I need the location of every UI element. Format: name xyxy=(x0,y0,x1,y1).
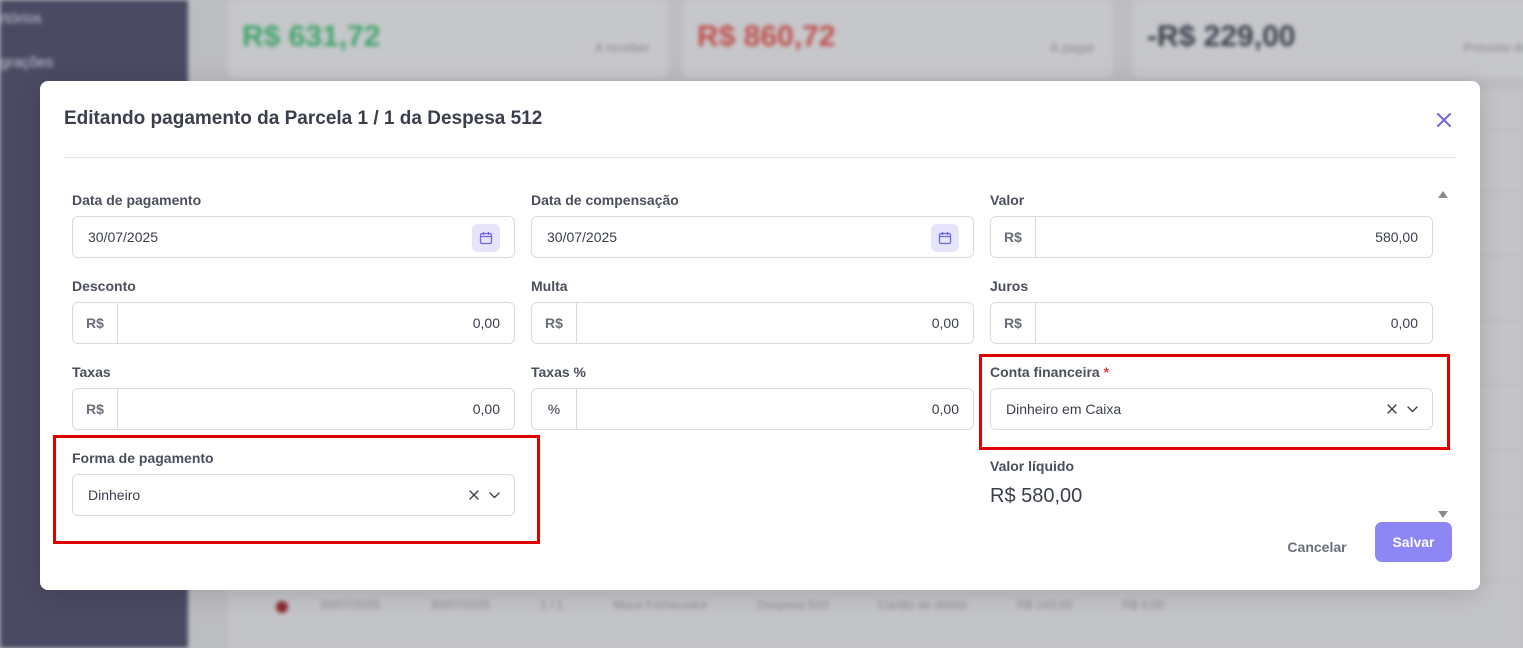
summary-card-payable: R$ 860,72 A pagar xyxy=(683,0,1113,78)
fees-percent-field[interactable]: % 0,00 xyxy=(531,388,974,430)
summary-amount: R$ 631,72 xyxy=(242,20,381,53)
summary-amount: R$ 860,72 xyxy=(697,20,836,53)
net-value: R$ 580,00 xyxy=(990,485,1083,507)
summary-label: A receber xyxy=(594,40,650,55)
save-button[interactable]: Salvar xyxy=(1375,522,1452,562)
interest-label: Juros xyxy=(990,278,1029,294)
sidebar-item-integrations[interactable]: grações xyxy=(0,54,53,71)
percent-prefix: % xyxy=(532,389,577,429)
summary-card-receivable: R$ 631,72 A receber xyxy=(228,0,668,78)
compensation-date-calendar-button[interactable] xyxy=(931,224,959,252)
scroll-up-arrow[interactable] xyxy=(1438,191,1448,198)
sidebar-item-reports[interactable]: rtórios xyxy=(0,10,42,27)
summary-card-forecast: -R$ 229,00 Previsto do m xyxy=(1133,0,1523,78)
calendar-icon xyxy=(479,232,493,245)
payment-date-label: Data de pagamento xyxy=(72,192,202,208)
close-button[interactable] xyxy=(1433,109,1455,131)
payment-date-value: 30/07/2025 xyxy=(88,229,159,245)
fees-value: 0,00 xyxy=(472,401,500,417)
payment-date-calendar-button[interactable] xyxy=(472,224,500,252)
close-icon xyxy=(1437,113,1451,127)
fees-percent-value: 0,00 xyxy=(931,401,959,417)
highlight-box-payment-method xyxy=(53,435,540,544)
highlight-box-financial-account xyxy=(979,354,1450,450)
currency-prefix: R$ xyxy=(73,389,118,429)
cancel-button[interactable]: Cancelar xyxy=(1272,527,1362,567)
compensation-date-value: 30/07/2025 xyxy=(547,229,618,245)
edit-payment-modal: Editando pagamento da Parcela 1 / 1 da D… xyxy=(40,81,1480,590)
currency-prefix: R$ xyxy=(73,303,118,343)
fine-field[interactable]: R$ 0,00 xyxy=(531,302,974,344)
summary-label: Previsto do m xyxy=(1463,40,1523,55)
compensation-date-label: Data de compensação xyxy=(531,192,679,208)
table-row: 30/07/2025 30/07/2025 1 / 1 Mace Fornecedor… xyxy=(320,598,1165,612)
currency-prefix: R$ xyxy=(991,303,1036,343)
amount-label: Valor xyxy=(990,192,1025,208)
fees-label: Taxas xyxy=(72,364,111,380)
status-dot xyxy=(276,601,288,613)
discount-value: 0,00 xyxy=(472,315,500,331)
amount-field[interactable]: R$ 580,00 xyxy=(990,216,1433,258)
summary-amount: -R$ 229,00 xyxy=(1147,20,1296,53)
discount-label: Desconto xyxy=(72,278,136,294)
scroll-down-arrow[interactable] xyxy=(1438,511,1448,518)
discount-field[interactable]: R$ 0,00 xyxy=(72,302,515,344)
compensation-date-field[interactable]: 30/07/2025 xyxy=(531,216,974,258)
payment-date-field[interactable]: 30/07/2025 xyxy=(72,216,515,258)
amount-value: 580,00 xyxy=(1375,229,1418,245)
fine-label: Multa xyxy=(531,278,568,294)
fees-field[interactable]: R$ 0,00 xyxy=(72,388,515,430)
fine-value: 0,00 xyxy=(931,315,959,331)
fees-percent-label: Taxas % xyxy=(531,364,586,380)
currency-prefix: R$ xyxy=(532,303,577,343)
net-value-label: Valor líquido xyxy=(990,458,1075,474)
interest-field[interactable]: R$ 0,00 xyxy=(990,302,1433,344)
summary-label: A pagar xyxy=(1050,40,1095,55)
currency-prefix: R$ xyxy=(991,217,1036,257)
interest-value: 0,00 xyxy=(1390,315,1418,331)
calendar-icon xyxy=(938,232,952,245)
header-divider xyxy=(64,157,1456,158)
modal-title: Editando pagamento da Parcela 1 / 1 da D… xyxy=(64,108,543,129)
